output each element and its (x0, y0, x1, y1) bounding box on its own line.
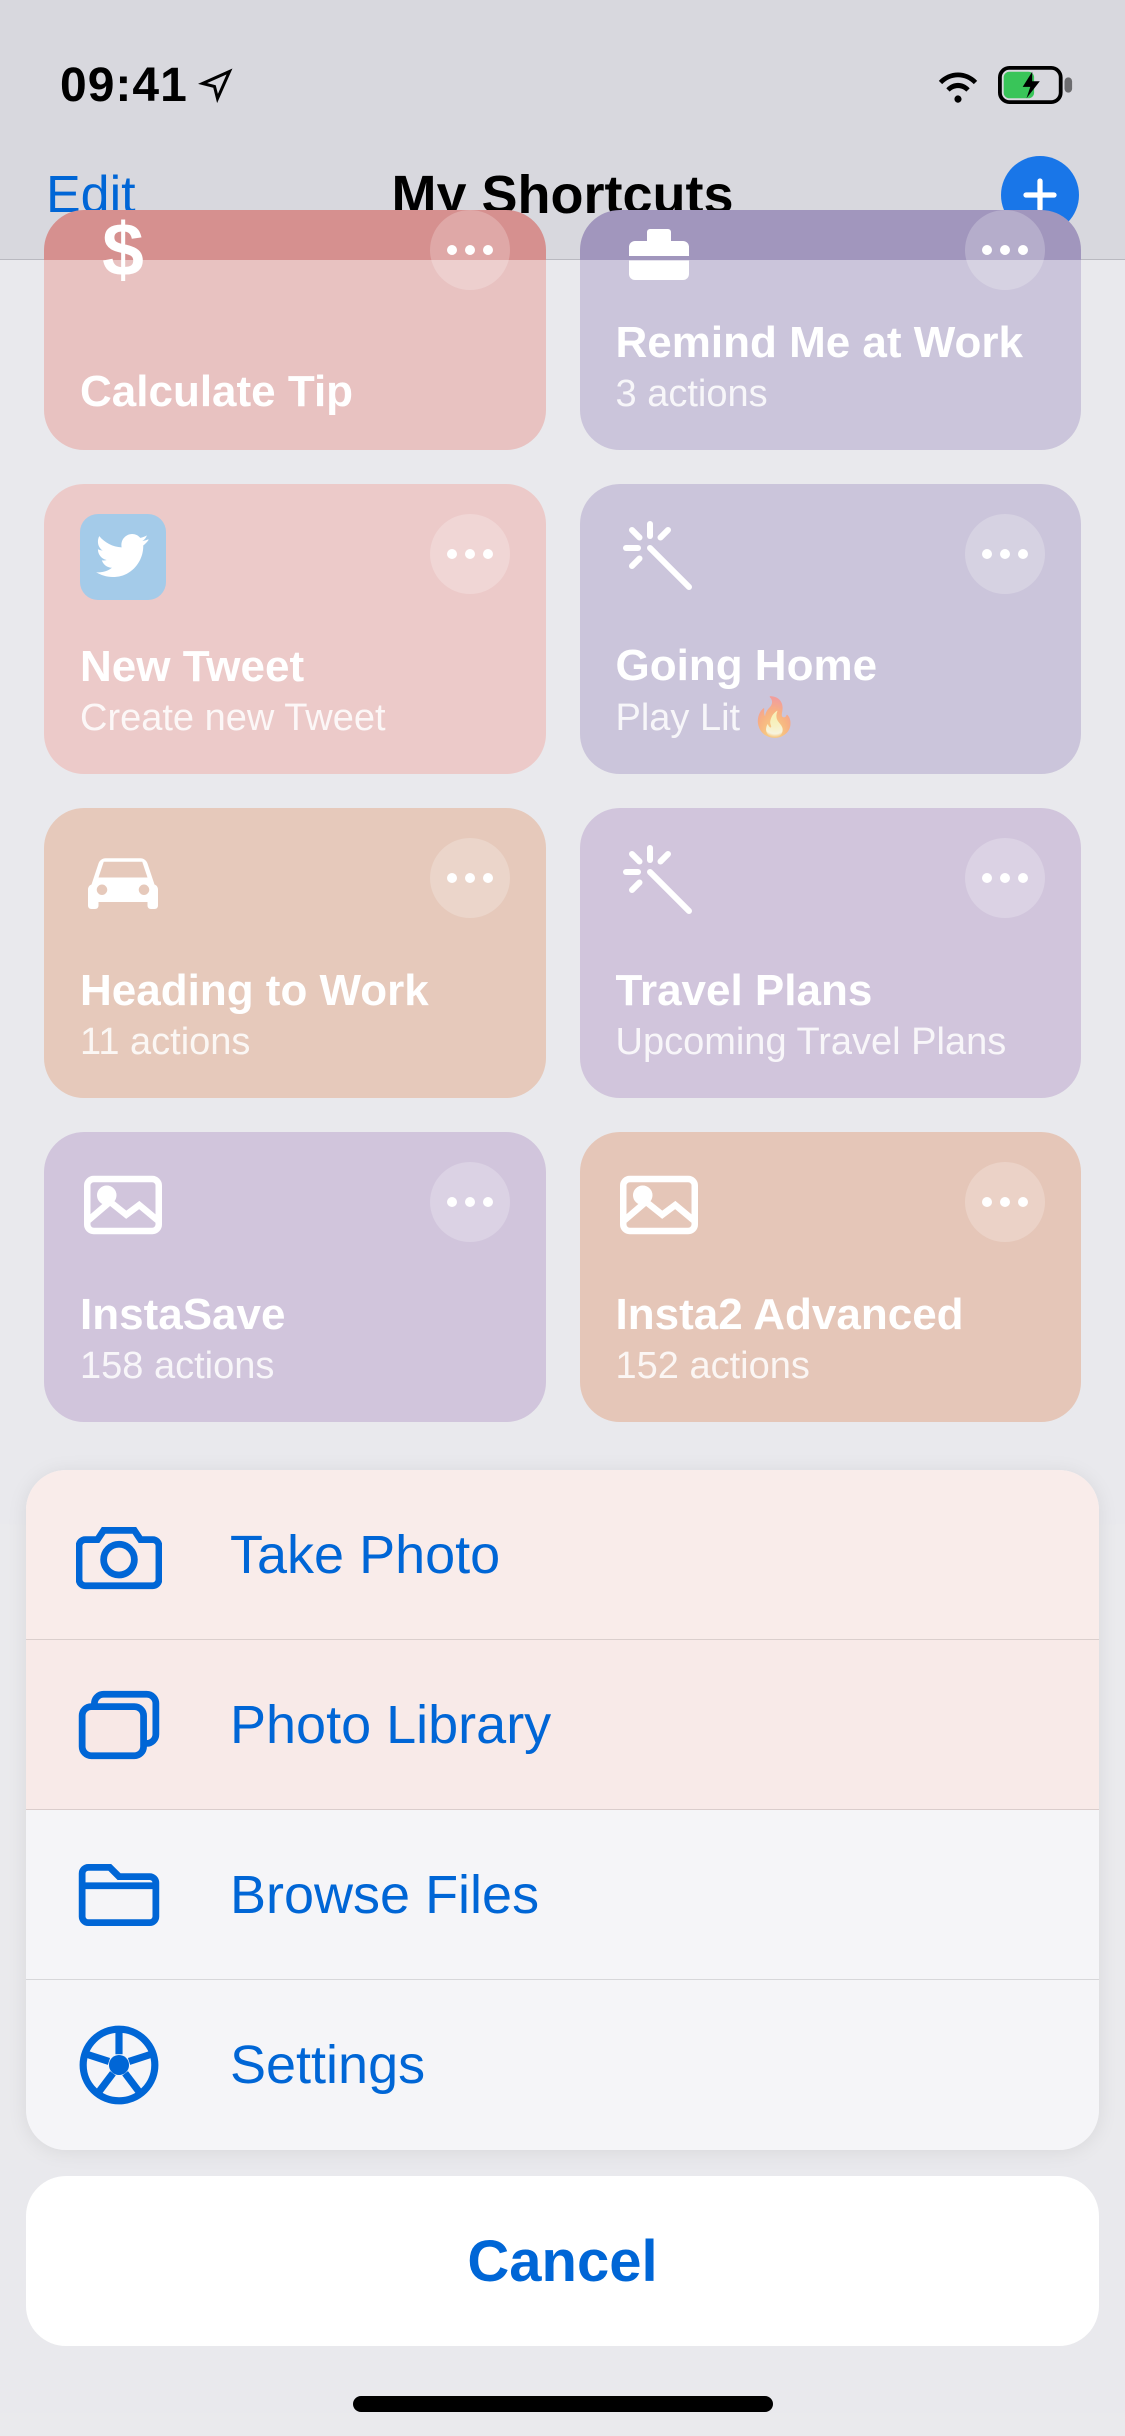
shortcut-card[interactable]: $ Calculate Tip (44, 210, 546, 450)
card-title: Travel Plans (616, 967, 1046, 1015)
car-icon (80, 838, 166, 924)
card-subtitle: Play Lit 🔥 (616, 696, 1046, 740)
folder-icon (76, 1852, 162, 1938)
sheet-item-label: Photo Library (230, 1694, 551, 1756)
browse-files-item[interactable]: Browse Files (26, 1810, 1099, 1980)
shortcut-card[interactable]: Travel Plans Upcoming Travel Plans (580, 808, 1082, 1098)
sheet-item-label: Settings (230, 2034, 425, 2096)
location-icon (198, 67, 234, 103)
card-title: InstaSave (80, 1291, 510, 1339)
more-icon[interactable] (430, 210, 510, 290)
shortcut-card[interactable]: New Tweet Create new Tweet (44, 484, 546, 774)
card-subtitle: Upcoming Travel Plans (616, 1021, 1046, 1064)
dollar-icon: $ (80, 210, 166, 296)
more-icon[interactable] (430, 1162, 510, 1242)
wand-icon (616, 838, 702, 924)
card-subtitle: 3 actions (616, 373, 1046, 416)
action-sheet: Take Photo Photo Library Browse Files Se… (26, 1470, 1099, 2346)
more-icon[interactable] (965, 514, 1045, 594)
shortcut-card[interactable]: Remind Me at Work 3 actions (580, 210, 1082, 450)
svg-text:$: $ (102, 213, 144, 292)
photo-icon (80, 1162, 166, 1248)
more-icon[interactable] (965, 210, 1045, 290)
twitter-icon (80, 514, 166, 600)
status-icons (933, 66, 1075, 104)
shortcut-card[interactable]: Insta2 Advanced 152 actions (580, 1132, 1082, 1422)
sheet-item-label: Take Photo (230, 1524, 500, 1586)
card-subtitle: 11 actions (80, 1021, 510, 1064)
card-subtitle: 158 actions (80, 1345, 510, 1388)
status-bar: 09:41 (0, 0, 1125, 130)
card-title: Heading to Work (80, 967, 510, 1015)
more-icon[interactable] (430, 838, 510, 918)
photo-library-icon (76, 1682, 162, 1768)
photo-library-item[interactable]: Photo Library (26, 1640, 1099, 1810)
battery-icon (997, 66, 1075, 104)
card-title: Going Home (616, 642, 1046, 690)
card-title: New Tweet (80, 643, 510, 691)
shortcut-grid: $ Calculate Tip Remind Me at Work 3 acti… (0, 260, 1125, 1422)
home-indicator[interactable] (353, 2396, 773, 2412)
photo-icon (616, 1162, 702, 1248)
card-subtitle: Create new Tweet (80, 697, 510, 740)
gear-icon (76, 2022, 162, 2108)
briefcase-icon (616, 210, 702, 296)
status-time: 09:41 (60, 58, 234, 113)
take-photo-item[interactable]: Take Photo (26, 1470, 1099, 1640)
shortcut-card[interactable]: InstaSave 158 actions (44, 1132, 546, 1422)
more-icon[interactable] (430, 514, 510, 594)
time-text: 09:41 (60, 58, 188, 113)
more-icon[interactable] (965, 838, 1045, 918)
card-subtitle: 152 actions (616, 1345, 1046, 1388)
more-icon[interactable] (965, 1162, 1045, 1242)
card-title: Insta2 Advanced (616, 1291, 1046, 1339)
action-sheet-panel: Take Photo Photo Library Browse Files Se… (26, 1470, 1099, 2150)
camera-icon (76, 1512, 162, 1598)
cancel-button[interactable]: Cancel (26, 2176, 1099, 2346)
card-title: Calculate Tip (80, 368, 510, 416)
wand-icon (616, 514, 702, 600)
card-title: Remind Me at Work (616, 319, 1046, 367)
wifi-icon (933, 66, 983, 104)
settings-item[interactable]: Settings (26, 1980, 1099, 2150)
shortcut-card[interactable]: Going Home Play Lit 🔥 (580, 484, 1082, 774)
sheet-item-label: Browse Files (230, 1864, 539, 1926)
shortcut-card[interactable]: Heading to Work 11 actions (44, 808, 546, 1098)
